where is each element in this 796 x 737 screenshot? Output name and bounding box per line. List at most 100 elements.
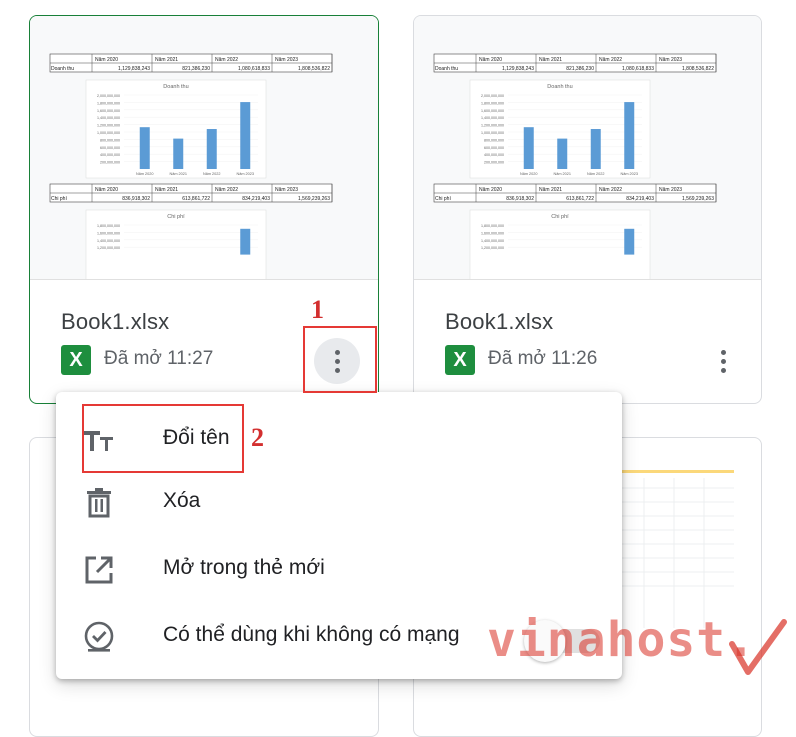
table-year-header: Năm 2023 xyxy=(275,187,298,193)
chart-y-tick: 800,000,000 xyxy=(484,138,504,142)
chart-x-tick: Năm 2021 xyxy=(553,172,571,176)
table-cell-value: 1,080,618,833 xyxy=(622,66,654,72)
file-opened-time-2: Đã mở 11:26 xyxy=(488,348,598,369)
annotation-step-2: 2 xyxy=(251,423,264,452)
chart-y-tick: 1,200,000,000 xyxy=(481,246,504,250)
menu-item-label: Xóa xyxy=(163,489,201,512)
chart-y-tick: 800,000,000 xyxy=(100,138,120,142)
file-thumbnail-1[interactable]: Năm 2020 Năm 2021 Năm 2022 Năm 2023 Doanh th… xyxy=(30,16,378,280)
table-cell-value: 1,569,239,263 xyxy=(682,196,714,202)
table-year-header: Năm 2023 xyxy=(659,57,682,63)
chart-y-tick: 1,800,000,000 xyxy=(97,101,120,105)
table-year-header: Năm 2020 xyxy=(479,57,502,63)
table-cell-value: 1,808,536,822 xyxy=(298,66,330,72)
chart-y-tick: 400,000,000 xyxy=(100,153,120,157)
chart-y-tick: 1,400,000,000 xyxy=(97,116,120,120)
chart-y-tick: 600,000,000 xyxy=(100,146,120,150)
chart-title: Chi phí xyxy=(551,214,569,220)
chart-x-tick: Năm 2022 xyxy=(587,172,605,176)
table-cell-value: 834,219,403 xyxy=(242,196,270,202)
chart-y-tick: 1,400,000,000 xyxy=(481,116,504,120)
chart-title: Doanh thu xyxy=(547,84,572,90)
file-thumbnail-2[interactable]: Năm 2020 Năm 2021 Năm 2022 Năm 2023 Doanh th… xyxy=(414,16,761,280)
table-cell-value: 613,861,722 xyxy=(566,196,594,202)
chart-frame xyxy=(85,209,267,279)
chart-bar xyxy=(240,102,251,169)
chart-bar xyxy=(173,138,184,169)
chart-bar xyxy=(206,129,217,169)
table-year-header: Năm 2021 xyxy=(539,187,562,193)
table-year-header: Năm 2022 xyxy=(215,57,238,63)
file-title-2[interactable]: Book1.xlsx xyxy=(445,309,553,335)
table-year-header: Năm 2020 xyxy=(479,187,502,193)
table-cell-value: 836,918,302 xyxy=(506,196,534,202)
file-card-2[interactable]: Năm 2020 Năm 2021 Năm 2022 Năm 2023 Doanh th… xyxy=(413,15,762,404)
menu-item-open-new-tab[interactable]: Mở trong thẻ mới xyxy=(56,539,622,599)
chart-x-tick: Năm 2022 xyxy=(203,172,221,176)
file-opened-time-1: Đã mở 11:27 xyxy=(104,348,214,369)
table-row-label: Doanh thu xyxy=(435,66,458,72)
chart-y-tick: 1,600,000,000 xyxy=(481,109,504,113)
annotation-box-rename xyxy=(82,404,244,473)
table-cell-value: 1,808,536,822 xyxy=(682,66,714,72)
chart-y-tick: 1,200,000,000 xyxy=(481,124,504,128)
chart-y-tick: 1,200,000,000 xyxy=(97,246,120,250)
chart-bar xyxy=(624,102,635,169)
table-cell-value: 1,129,838,243 xyxy=(118,66,150,72)
menu-item-label: Có thể dùng khi không có mạng xyxy=(163,623,460,646)
table-cell-value: 836,918,302 xyxy=(122,196,150,202)
file-title-1[interactable]: Book1.xlsx xyxy=(61,309,169,335)
table-row-label: Chi phí xyxy=(435,196,451,202)
annotation-step-1: 1 xyxy=(311,295,324,324)
table-year-header: Năm 2021 xyxy=(539,57,562,63)
chart-y-tick: 1,400,000,000 xyxy=(97,239,120,243)
chart-y-tick: 1,800,000,000 xyxy=(97,224,120,228)
chart-y-tick: 2,000,000,000 xyxy=(97,94,120,98)
spreadsheet-preview: Năm 2020 Năm 2021 Năm 2022 Năm 2023 Doanh th… xyxy=(49,53,333,279)
annotation-box-more-button xyxy=(303,326,377,393)
table-year-header: Năm 2022 xyxy=(599,57,622,63)
menu-item-delete[interactable]: Xóa xyxy=(56,472,622,532)
chart-bar xyxy=(624,228,635,255)
chart-y-tick: 1,000,000,000 xyxy=(481,131,504,135)
table-year-header: Năm 2022 xyxy=(599,187,622,193)
chart-y-tick: 200,000,000 xyxy=(484,161,504,165)
table-row-label: Chi phí xyxy=(51,196,67,202)
table-cell-value: 821,386,230 xyxy=(566,66,594,72)
trash-icon xyxy=(87,488,111,518)
table-year-header: Năm 2022 xyxy=(215,187,238,193)
chart-y-tick: 200,000,000 xyxy=(100,161,120,165)
table-year-header: Năm 2020 xyxy=(95,187,118,193)
table-cell-value: 834,219,403 xyxy=(626,196,654,202)
table-cell-value: 1,129,838,243 xyxy=(502,66,534,72)
chart-x-tick: Năm 2020 xyxy=(136,172,154,176)
more-vert-icon xyxy=(720,349,726,373)
menu-item-label: Mở trong thẻ mới xyxy=(163,556,325,579)
table-year-header: Năm 2023 xyxy=(275,57,298,63)
chart-frame xyxy=(469,209,651,279)
watermark-logo-icon xyxy=(729,619,787,675)
spreadsheet-preview: Năm 2020 Năm 2021 Năm 2022 Năm 2023 Doanh th… xyxy=(433,53,717,279)
chart-bar xyxy=(240,228,251,255)
chart-y-tick: 1,600,000,000 xyxy=(97,109,120,113)
chart-x-tick: Năm 2023 xyxy=(236,172,254,176)
table-year-header: Năm 2020 xyxy=(95,57,118,63)
chart-y-tick: 1,400,000,000 xyxy=(481,239,504,243)
chart-y-tick: 2,000,000,000 xyxy=(481,94,504,98)
chart-x-tick: Năm 2020 xyxy=(520,172,538,176)
table-cell-value: 1,080,618,833 xyxy=(238,66,270,72)
chart-bar xyxy=(557,138,568,169)
chart-x-tick: Năm 2021 xyxy=(169,172,187,176)
chart-y-tick: 400,000,000 xyxy=(484,153,504,157)
chart-y-tick: 1,800,000,000 xyxy=(481,224,504,228)
chart-y-tick: 1,000,000,000 xyxy=(97,131,120,135)
chart-y-tick: 1,200,000,000 xyxy=(97,124,120,128)
table-cell-value: 1,569,239,263 xyxy=(298,196,330,202)
excel-file-icon: X xyxy=(445,345,475,375)
watermark-text: vinahost. xyxy=(487,612,757,668)
more-options-button-2[interactable] xyxy=(700,338,746,384)
chart-bar xyxy=(139,127,150,169)
table-cell-value: 613,861,722 xyxy=(182,196,210,202)
chart-bar xyxy=(590,129,601,169)
open-new-tab-icon xyxy=(85,556,113,584)
